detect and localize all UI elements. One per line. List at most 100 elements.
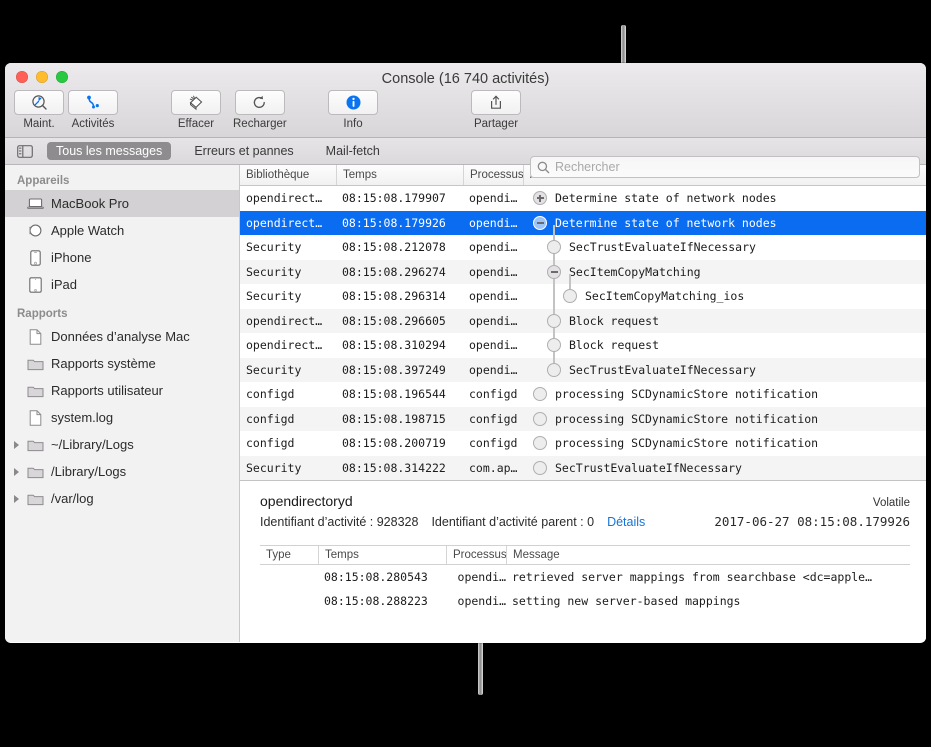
window-body: Appareils MacBook Pro Apple Watch iPhone… (5, 165, 926, 642)
sidebar-item-user-library-logs[interactable]: ~/Library/Logs (5, 431, 239, 458)
table-row[interactable]: opendirect… 08:15:08.310294 opendi… Block r… (240, 333, 926, 358)
detail-activity-id: Identifiant d’activité : 928328 (260, 515, 419, 529)
tree-node-icon (563, 289, 577, 304)
tree-node-icon (547, 313, 561, 328)
sidebar-item-rapports-systeme[interactable]: Rapports système (5, 350, 239, 377)
table-row[interactable]: Security 08:15:08.296314 opendi… SecItemCop… (240, 284, 926, 309)
collapse-minus-icon[interactable] (547, 264, 561, 279)
sidebar-section-header-appareils: Appareils (17, 175, 70, 187)
sidebar-item-library-logs[interactable]: /Library/Logs (5, 458, 239, 485)
cell-processus: opendi… (469, 240, 518, 255)
console-window: Console (16 740 activités) Maint. Activi… (5, 63, 926, 643)
table-row[interactable]: opendirect… 08:15:08.296605 opendi… Block r… (240, 308, 926, 333)
cell-activite: SecTrustEvaluateIfNecessary (523, 362, 926, 377)
folder-icon (27, 356, 44, 371)
toolbar-label: Effacer (177, 118, 215, 130)
tab-mail-fetch[interactable]: Mail-fetch (317, 142, 389, 160)
column-header-temps[interactable]: Temps (336, 165, 463, 185)
log-table-body[interactable]: opendirect… 08:15:08.179907 opendi… Determi… (240, 186, 926, 480)
sidebar-item-var-log[interactable]: /var/log (5, 485, 239, 512)
sidebar: Appareils MacBook Pro Apple Watch iPhone… (5, 165, 240, 642)
toolbar-label: Partager (473, 118, 519, 130)
expand-plus-icon[interactable] (533, 191, 547, 206)
sidebar-item-macbook-pro[interactable]: MacBook Pro (5, 190, 239, 217)
document-icon (27, 328, 44, 345)
cell-processus: opendi… (469, 264, 518, 279)
sidebar-item-label: MacBook Pro (51, 196, 130, 211)
tree-node-icon (547, 362, 561, 377)
cell-temps: 08:15:08.310294 (342, 338, 446, 353)
sidebar-toggle-icon[interactable] (17, 144, 33, 158)
toolbar-button-effacer[interactable]: Effacer (171, 90, 221, 130)
cell-activite: Block request (523, 338, 926, 353)
activities-curve-icon (68, 90, 118, 115)
table-row[interactable]: opendirect… 08:15:08.179907 opendi… Determi… (240, 186, 926, 211)
toolbar-button-info[interactable]: Info (328, 90, 378, 130)
detail-table-row[interactable]: 08:15:08.288223 opendi… setting new server… (260, 589, 910, 613)
cell-bibliotheque: Security (246, 460, 302, 475)
cell-bibliotheque: configd (246, 411, 295, 426)
table-row[interactable]: configd 08:15:08.196544 configd processing … (240, 382, 926, 407)
detail-column-header-temps[interactable]: Temps (318, 546, 446, 564)
folder-icon (27, 464, 44, 479)
cell-temps: 08:15:08.179926 (342, 215, 446, 230)
sidebar-item-ipad[interactable]: iPad (5, 271, 239, 298)
chevron-right-icon[interactable] (14, 440, 19, 449)
toolbar-button-maintenant[interactable]: Maint. (14, 90, 64, 130)
sidebar-section-header-rapports: Rapports (17, 308, 68, 320)
detail-column-header-type[interactable]: Type (260, 546, 318, 564)
toolbar-button-partager[interactable]: Partager (471, 90, 521, 130)
detail-volatile-badge: Volatile (872, 497, 910, 509)
chevron-right-icon[interactable] (14, 467, 19, 476)
detail-timestamp: 2017-06-27 08:15:08.179926 (714, 514, 910, 529)
cell-bibliotheque: configd (246, 387, 295, 402)
tab-erreurs-et-pannes[interactable]: Erreurs et pannes (185, 142, 302, 160)
cell-activite: processing SCDynamicStore notification (523, 387, 926, 402)
sidebar-item-iphone[interactable]: iPhone (5, 244, 239, 271)
sidebar-item-donnees-analyse-mac[interactable]: Données d’analyse Mac (5, 323, 239, 350)
detail-process-name: opendirectoryd (260, 493, 353, 509)
sidebar-item-label: iPad (51, 277, 78, 292)
cell-temps: 08:15:08.179907 (342, 191, 446, 206)
tab-tous-les-messages[interactable]: Tous les messages (47, 142, 172, 160)
share-box-arrow-up-icon (471, 90, 521, 115)
detail-cell-processus: opendi… (457, 570, 506, 584)
cell-bibliotheque: Security (246, 362, 302, 377)
table-row[interactable]: opendirect… 08:15:08.179926 opendi… Determi… (240, 210, 926, 235)
toolbar-button-recharger[interactable]: Recharger (233, 90, 287, 130)
cell-bibliotheque: Security (246, 264, 302, 279)
activity-label: Block request (569, 338, 660, 353)
collapse-minus-icon[interactable] (533, 215, 547, 230)
laptop-icon (27, 196, 44, 211)
table-row[interactable]: configd 08:15:08.198715 configd processing … (240, 406, 926, 431)
detail-column-header-processus[interactable]: Processus (446, 546, 507, 564)
toolbar-button-activites[interactable]: Activités (68, 90, 118, 130)
chevron-right-icon[interactable] (14, 494, 19, 503)
sidebar-item-apple-watch[interactable]: Apple Watch (5, 217, 239, 244)
table-row[interactable]: Security 08:15:08.212078 opendi… SecTrustEv… (240, 235, 926, 260)
sidebar-item-label: Rapports système (51, 356, 156, 371)
table-row[interactable]: configd 08:15:08.200719 configd processing … (240, 431, 926, 456)
detail-column-header-message[interactable]: Message (506, 546, 910, 564)
window-title: Console (16 740 activités) (381, 71, 550, 87)
search-field[interactable]: Rechercher (530, 156, 920, 178)
column-header-processus[interactable]: Processus (463, 165, 524, 185)
screenshot-stage: Console (16 740 activités) Maint. Activi… (0, 0, 931, 747)
detail-table-row[interactable]: 08:15:08.280543 opendi… retrieved server m… (260, 565, 910, 589)
detail-table-body[interactable]: 08:15:08.280543 opendi… retrieved server m… (260, 565, 910, 613)
cell-temps: 08:15:08.397249 (342, 362, 446, 377)
sidebar-item-rapports-utilisateur[interactable]: Rapports utilisateur (5, 377, 239, 404)
cell-processus: configd (469, 411, 518, 426)
table-row[interactable]: Security 08:15:08.397249 opendi… SecTrustEv… (240, 357, 926, 382)
sidebar-item-label: ~/Library/Logs (51, 437, 134, 452)
table-row[interactable]: Security 08:15:08.296274 opendi… SecItemCop… (240, 259, 926, 284)
detail-cell-message: retrieved server mappings from searchbas… (512, 570, 873, 584)
detail-table: Type Temps Processus Message 08:15:08.28… (260, 545, 910, 613)
cell-bibliotheque: opendirect… (246, 313, 323, 328)
sidebar-item-label: Rapports utilisateur (51, 383, 163, 398)
column-header-bibliotheque[interactable]: Bibliothèque (240, 165, 336, 185)
sidebar-item-system-log[interactable]: system.log (5, 404, 239, 431)
detail-details-link[interactable]: Détails (607, 515, 645, 529)
cell-activite: SecTrustEvaluateIfNecessary (523, 460, 926, 475)
table-row[interactable]: Security 08:15:08.314222 com.ap… SecTrustEv… (240, 455, 926, 480)
